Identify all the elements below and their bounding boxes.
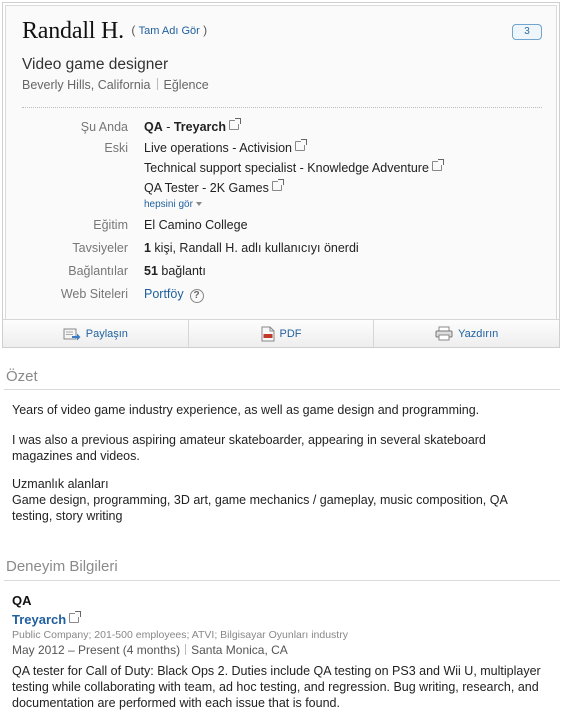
fullname-wrap: ( Tam Adı Gör ) (131, 23, 207, 37)
summary-divider (4, 389, 560, 390)
external-link-icon (228, 118, 241, 130)
current-value[interactable]: QA - Treyarch (144, 118, 241, 134)
company-link[interactable]: Treyarch (12, 611, 82, 627)
external-link-icon (431, 159, 444, 171)
education-label: Eğitim (93, 218, 128, 232)
location-link[interactable]: Beverly Hills, California (22, 78, 151, 92)
recommendations-text: kişi, Randall H. adlı kullanıcıyı önerdi (150, 241, 359, 255)
past-item[interactable]: Technical support specialist - Knowledge… (144, 159, 444, 175)
action-bar: Paylaşın PDF Yazdırın (3, 319, 559, 347)
job-description: QA tester for Call of Duty: Black Ops 2.… (12, 664, 541, 710)
external-link-icon (271, 179, 284, 191)
help-icon[interactable]: ? (189, 289, 204, 303)
pdf-button[interactable]: PDF (189, 320, 375, 347)
past-sep: - (228, 141, 240, 155)
past-label: Eski (104, 141, 128, 155)
divider (156, 78, 158, 90)
pdf-label: PDF (279, 327, 302, 340)
connections-value[interactable]: 51 bağlantı (144, 264, 206, 278)
divider (185, 644, 187, 655)
recommendations-count: 1 (144, 241, 151, 255)
connections-label: Bağlantılar (68, 264, 128, 278)
experience-title: Deneyim Bilgileri (6, 558, 118, 575)
profile-card: Randall H. ( Tam Adı Gör ) 3 Video game … (2, 2, 560, 348)
current-title: QA (144, 120, 163, 134)
job-dates: May 2012 – Present (4 months) (12, 643, 181, 657)
print-button[interactable]: Yazdırın (374, 320, 559, 347)
past-company: Knowledge Adventure (307, 161, 429, 175)
name-row: Randall H. ( Tam Adı Gör ) (22, 18, 207, 45)
job-title: QA (12, 593, 32, 608)
external-link-icon (295, 139, 307, 151)
summary-paragraph-1: Years of video game industry experience,… (12, 403, 480, 417)
paren-open: ( (131, 23, 136, 37)
company-meta: Public Company; 201-500 employees; ATVI;… (12, 629, 348, 641)
dotted-divider (22, 107, 542, 108)
profile-header: Randall H. ( Tam Adı Gör ) 3 Video game … (5, 5, 557, 321)
paren-close: ) (203, 23, 208, 37)
past-item[interactable]: Live operations - Activision (144, 139, 307, 155)
past-item[interactable]: QA Tester - 2K Games (144, 179, 284, 195)
job-dates-row: May 2012 – Present (4 months) Santa Monic… (12, 643, 288, 657)
current-sep: - (162, 120, 174, 134)
past-company: 2K Games (209, 181, 269, 195)
chevron-down-icon (195, 202, 202, 206)
view-full-name-link[interactable]: Tam Adı Gör (139, 25, 200, 37)
summary-paragraph-2: I was also a previous aspiring amateur s… (12, 433, 486, 463)
connections-count: 51 (144, 264, 158, 278)
company-name: Treyarch (12, 612, 67, 627)
past-sep: - (198, 181, 210, 195)
see-all-label: hepsini gör (144, 199, 193, 210)
profile-name: Randall H. (22, 18, 124, 44)
pdf-icon (261, 326, 274, 341)
job-location: Santa Monica, CA (191, 643, 288, 657)
recommendations-value[interactable]: 1 kişi, Randall H. adlı kullanıcıyı öner… (144, 241, 359, 255)
summary-title: Özet (6, 368, 38, 385)
specialties-label: Uzmanlık alanları (12, 477, 109, 491)
experience-divider (4, 580, 560, 581)
current-company: Treyarch (173, 120, 226, 134)
past-title: Technical support specialist (144, 161, 297, 175)
websites-label: Web Siteleri (60, 287, 128, 301)
external-link-icon (69, 611, 82, 623)
printer-icon (435, 326, 453, 341)
see-all-link[interactable]: hepsini gör (144, 199, 202, 210)
websites-value: Portföy? (144, 287, 204, 303)
past-sep: - (296, 161, 308, 175)
location-row: Beverly Hills, California Eğlence (22, 78, 209, 92)
share-button[interactable]: Paylaşın (3, 320, 189, 347)
past-title: QA Tester (144, 181, 199, 195)
share-label: Paylaşın (85, 327, 128, 340)
recommendations-label: Tavsiyeler (72, 241, 128, 255)
connections-text: bağlantı (157, 264, 206, 278)
specialties-text: Game design, programming, 3D art, game m… (12, 493, 508, 523)
past-company: Activision (239, 141, 292, 155)
profile-headline: Video game designer (22, 56, 169, 73)
connection-degree-badge: 3 (512, 24, 542, 40)
past-title: Live operations (144, 141, 229, 155)
share-icon (63, 328, 81, 340)
education-value[interactable]: El Camino College (144, 218, 248, 232)
portfolio-link[interactable]: Portföy (144, 287, 184, 301)
current-label: Şu Anda (80, 120, 128, 134)
print-label: Yazdırın (458, 327, 499, 340)
industry-link[interactable]: Eğlence (164, 78, 209, 92)
